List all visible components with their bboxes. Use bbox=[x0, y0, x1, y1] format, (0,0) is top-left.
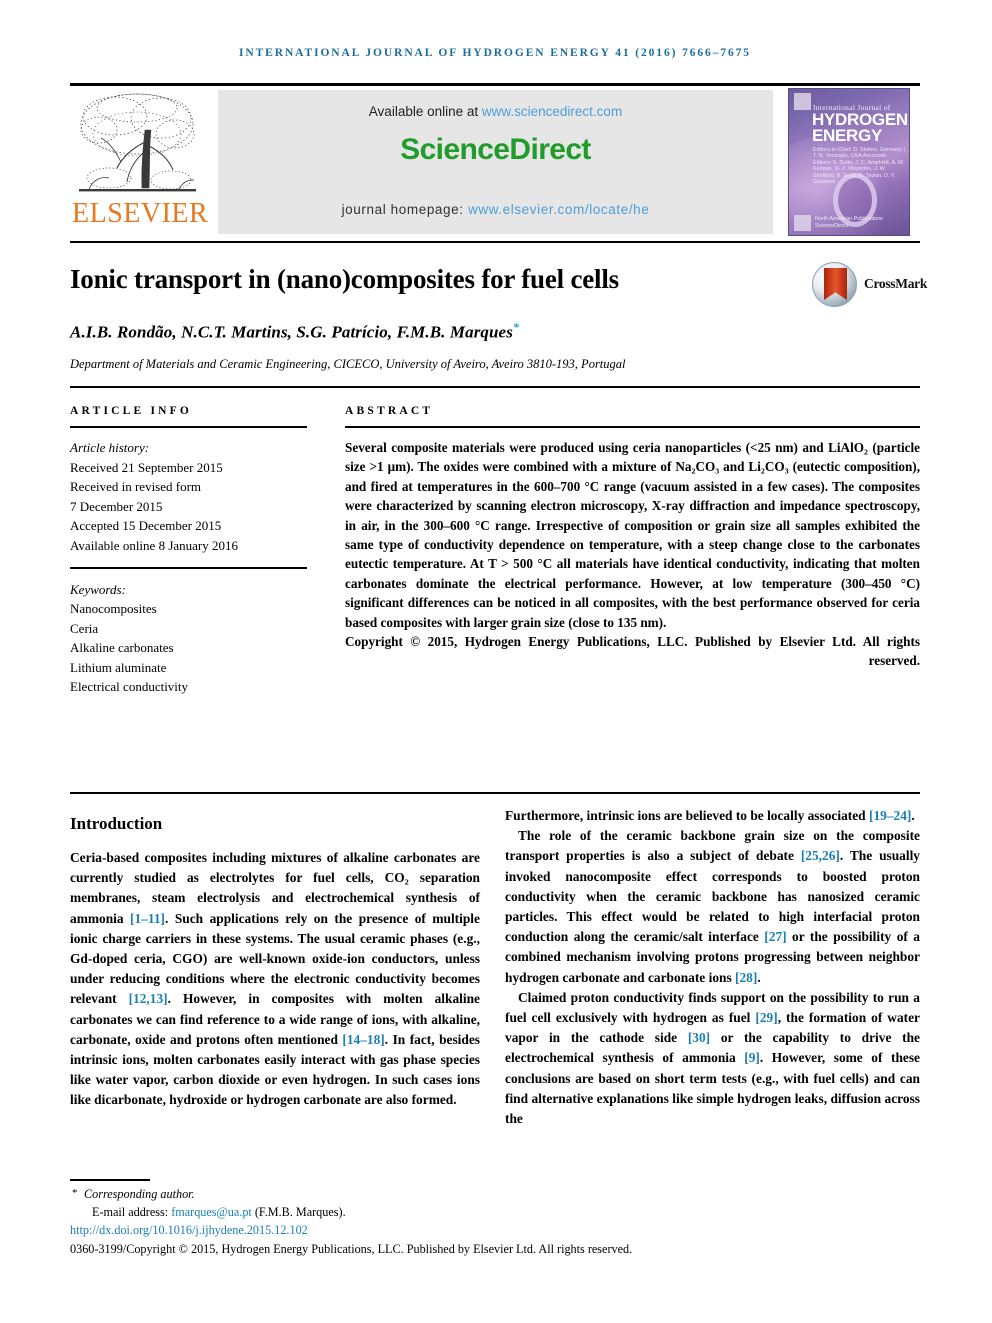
sciencedirect-band: Available online at www.sciencedirect.co… bbox=[218, 90, 773, 234]
body-column-left: Introduction Ceria-based composites incl… bbox=[70, 806, 480, 1111]
intro-right-text-6: . bbox=[757, 969, 761, 985]
keywords-rule bbox=[70, 567, 307, 569]
footnote-rule bbox=[70, 1179, 150, 1181]
abstract-copyright-text: Copyright © 2015, Hydrogen Energy Public… bbox=[345, 634, 920, 669]
cover-footer: North American Publications ScienceDirec… bbox=[815, 216, 883, 229]
sciencedirect-logo[interactable]: ScienceDirect bbox=[218, 133, 773, 167]
elsevier-wordmark: ELSEVIER bbox=[72, 198, 209, 229]
citation-ref-9[interactable]: [9] bbox=[744, 1050, 760, 1065]
body-top-rule bbox=[70, 792, 920, 794]
cover-title-line2: ENERGY bbox=[812, 126, 882, 145]
abstract-column: Abstract Several composite materials wer… bbox=[345, 405, 920, 671]
journal-cover-thumbnail[interactable]: International Journal of HYDROGEN ENERGY… bbox=[788, 88, 910, 236]
keyword-item: Ceria bbox=[70, 620, 99, 636]
doi-link[interactable]: http://dx.doi.org/10.1016/j.ijhydene.201… bbox=[70, 1222, 920, 1240]
cover-editors: Editors-in-Chief: D. Stolten, Germany | … bbox=[813, 147, 905, 186]
article-history-item: Received in revised form bbox=[70, 479, 202, 494]
journal-article-page: International Journal of Hydrogen Energy… bbox=[0, 0, 992, 1323]
article-history-item: Accepted 15 December 2015 bbox=[70, 518, 222, 533]
corresponding-author-text: Corresponding author. bbox=[84, 1187, 195, 1201]
keyword-item: Electrical conductivity bbox=[70, 679, 189, 694]
sciencedirect-url-link[interactable]: www.sciencedirect.com bbox=[482, 104, 622, 119]
running-head: International Journal of Hydrogen Energy… bbox=[239, 47, 751, 59]
introduction-paragraph-4: Claimed proton conductivity finds suppor… bbox=[505, 988, 920, 1129]
elsevier-tree-icon bbox=[79, 93, 196, 192]
article-info-rule bbox=[70, 426, 307, 428]
email-link[interactable]: fmarques@ua.pt bbox=[171, 1205, 252, 1219]
introduction-paragraph-1: Ceria-based composites including mixture… bbox=[70, 848, 480, 1111]
article-info-heading: Article info bbox=[70, 405, 193, 417]
issn-copyright-line: 0360-3199/Copyright © 2015, Hydrogen Ene… bbox=[70, 1241, 633, 1256]
intro-right-text-1: Furthermore, intrinsic ions are believed… bbox=[505, 808, 869, 823]
citation-ref-25-26[interactable]: [25,26] bbox=[801, 848, 840, 863]
available-online-line: Available online at www.sciencedirect.co… bbox=[218, 104, 773, 119]
introduction-paragraph-2: Furthermore, intrinsic ions are believed… bbox=[505, 806, 920, 826]
abstract-rule bbox=[345, 426, 920, 428]
email-line: E-mail address: fmarques@ua.pt (F.M.B. M… bbox=[70, 1204, 920, 1222]
journal-homepage-line: journal homepage: www.elsevier.com/locat… bbox=[218, 202, 773, 217]
elsevier-logo: ELSEVIER bbox=[70, 88, 208, 236]
sciencedirect-logo-direct: Direct bbox=[509, 133, 591, 166]
citation-ref-30[interactable]: [30] bbox=[688, 1030, 710, 1045]
article-info-column: Article info Article history: Received 2… bbox=[70, 405, 307, 697]
crossmark-label: CrossMark bbox=[864, 276, 928, 291]
article-history-item: Received 21 September 2015 bbox=[70, 459, 223, 475]
article-history-item: 7 December 2015 bbox=[70, 498, 163, 514]
available-online-label: Available online at bbox=[368, 104, 482, 119]
author-names: A.I.B. Rondão, N.C.T. Martins, S.G. Patr… bbox=[70, 322, 513, 342]
introduction-heading: Introduction bbox=[70, 814, 163, 833]
page-footer: * Corresponding author. E-mail address: f… bbox=[70, 1186, 920, 1258]
top-rule bbox=[70, 83, 920, 86]
citation-ref-29[interactable]: [29] bbox=[755, 1010, 777, 1025]
citation-ref-14-18[interactable]: [14–18] bbox=[342, 1032, 384, 1047]
article-history-item: Available online 8 January 2016 bbox=[70, 537, 238, 553]
crossmark-book-icon bbox=[824, 268, 847, 300]
cover-elsevier-mark-bottom-icon bbox=[794, 215, 811, 231]
footnote-asterisk-icon: * bbox=[72, 1187, 78, 1199]
abstract-body: Several composite materials were produce… bbox=[345, 440, 920, 630]
corresponding-author-note: * Corresponding author. bbox=[70, 1186, 920, 1204]
article-history-label: Article history: bbox=[70, 440, 150, 455]
abstract-copyright: Copyright © 2015, Hydrogen Energy Public… bbox=[345, 632, 920, 671]
page-title: Ionic transport in (nano)composites for … bbox=[70, 264, 619, 294]
corresponding-author-marker[interactable]: * bbox=[513, 320, 519, 334]
crossmark-icon bbox=[812, 262, 857, 307]
keyword-item: Lithium aluminate bbox=[70, 659, 167, 675]
introduction-paragraph-3: The role of the ceramic backbone grain s… bbox=[505, 826, 920, 988]
keywords-label: Keywords: bbox=[70, 581, 126, 597]
sciencedirect-logo-science: Science bbox=[400, 133, 510, 166]
citation-ref-19-24[interactable]: [19–24] bbox=[869, 808, 911, 823]
journal-homepage-link[interactable]: www.elsevier.com/locate/he bbox=[468, 202, 649, 217]
intro-right-text-2: . bbox=[911, 808, 915, 823]
email-owner: (F.M.B. Marques). bbox=[251, 1204, 346, 1219]
author-list: A.I.B. Rondão, N.C.T. Martins, S.G. Patr… bbox=[70, 320, 890, 343]
masthead: ELSEVIER Available online at www.science… bbox=[70, 88, 920, 236]
email-label: E-mail address: bbox=[92, 1204, 172, 1219]
body-column-right: Furthermore, intrinsic ions are believed… bbox=[505, 806, 920, 1129]
affiliation: Department of Materials and Ceramic Engi… bbox=[70, 357, 626, 371]
authors-bottom-rule bbox=[70, 386, 920, 388]
keyword-item: Alkaline carbonates bbox=[70, 640, 174, 655]
journal-homepage-label: journal homepage: bbox=[341, 202, 468, 217]
citation-ref-12-13[interactable]: [12,13] bbox=[129, 991, 168, 1006]
citation-ref-27[interactable]: [27] bbox=[764, 929, 786, 944]
crossmark-badge[interactable]: CrossMark bbox=[812, 262, 927, 310]
keyword-item: Nanocomposites bbox=[70, 601, 157, 616]
abstract-heading: Abstract bbox=[345, 405, 434, 417]
cover-elsevier-mark-top-icon bbox=[794, 93, 811, 110]
masthead-bottom-rule bbox=[70, 241, 920, 243]
citation-ref-28[interactable]: [28] bbox=[735, 970, 757, 985]
citation-ref-1-11[interactable]: [1–11] bbox=[130, 911, 165, 926]
